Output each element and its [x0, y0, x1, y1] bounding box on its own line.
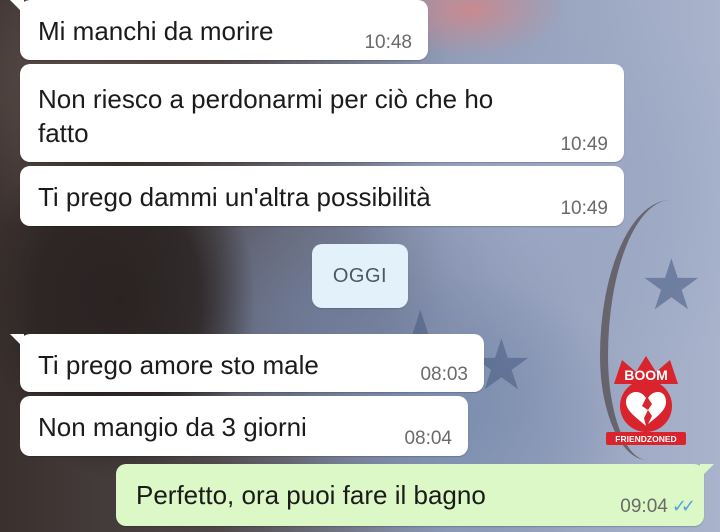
bubble-tail [10, 0, 24, 14]
message-time: 09:04 [620, 496, 668, 517]
message-text: Perfetto, ora puoi fare il bagno [136, 480, 486, 510]
bubble-tail [10, 334, 24, 348]
watermark-bottom-text: FRIENDZONED [615, 434, 676, 444]
message-time: 10:48 [364, 32, 412, 53]
message-text-line-1: Non riesco a perdonarmi per ciò che ho [38, 84, 494, 114]
message-bubble-incoming[interactable]: Ti prego amore sto male 08:03 [10, 334, 484, 392]
message-bubble-incoming[interactable]: Non riesco a perdonarmi per ciò che ho f… [20, 64, 624, 162]
boom-friendzoned-watermark: BOOM FRIENDZONED [606, 356, 686, 445]
message-text-line-2: fatto [38, 118, 89, 148]
message-text: Ti prego dammi un'altra possibilità [38, 182, 431, 212]
bubble-tail [700, 464, 714, 478]
message-bubble-outgoing[interactable]: Perfetto, ora puoi fare il bagno 09:04 ✓✓ [116, 464, 714, 526]
message-text: Non mangio da 3 giorni [38, 412, 307, 442]
message-text: Mi manchi da morire [38, 16, 274, 46]
message-bubble-incoming[interactable]: Mi manchi da morire 10:48 [10, 0, 428, 60]
message-time: 10:49 [560, 198, 608, 219]
message-bubble-incoming[interactable]: Ti prego dammi un'altra possibilità 10:4… [20, 166, 624, 226]
message-time: 08:03 [420, 364, 468, 385]
message-bubble-incoming[interactable]: Non mangio da 3 giorni 08:04 [20, 396, 468, 456]
double-check-read-icon: ✓✓ [671, 496, 696, 516]
message-meta: 09:04 ✓✓ [620, 495, 696, 518]
message-time: 10:49 [560, 134, 608, 155]
message-time: 08:04 [404, 428, 452, 449]
message-text: Ti prego amore sto male [38, 350, 319, 380]
wallpaper-star-shape: ★ [640, 246, 703, 324]
date-separator: OGGI [312, 244, 408, 308]
